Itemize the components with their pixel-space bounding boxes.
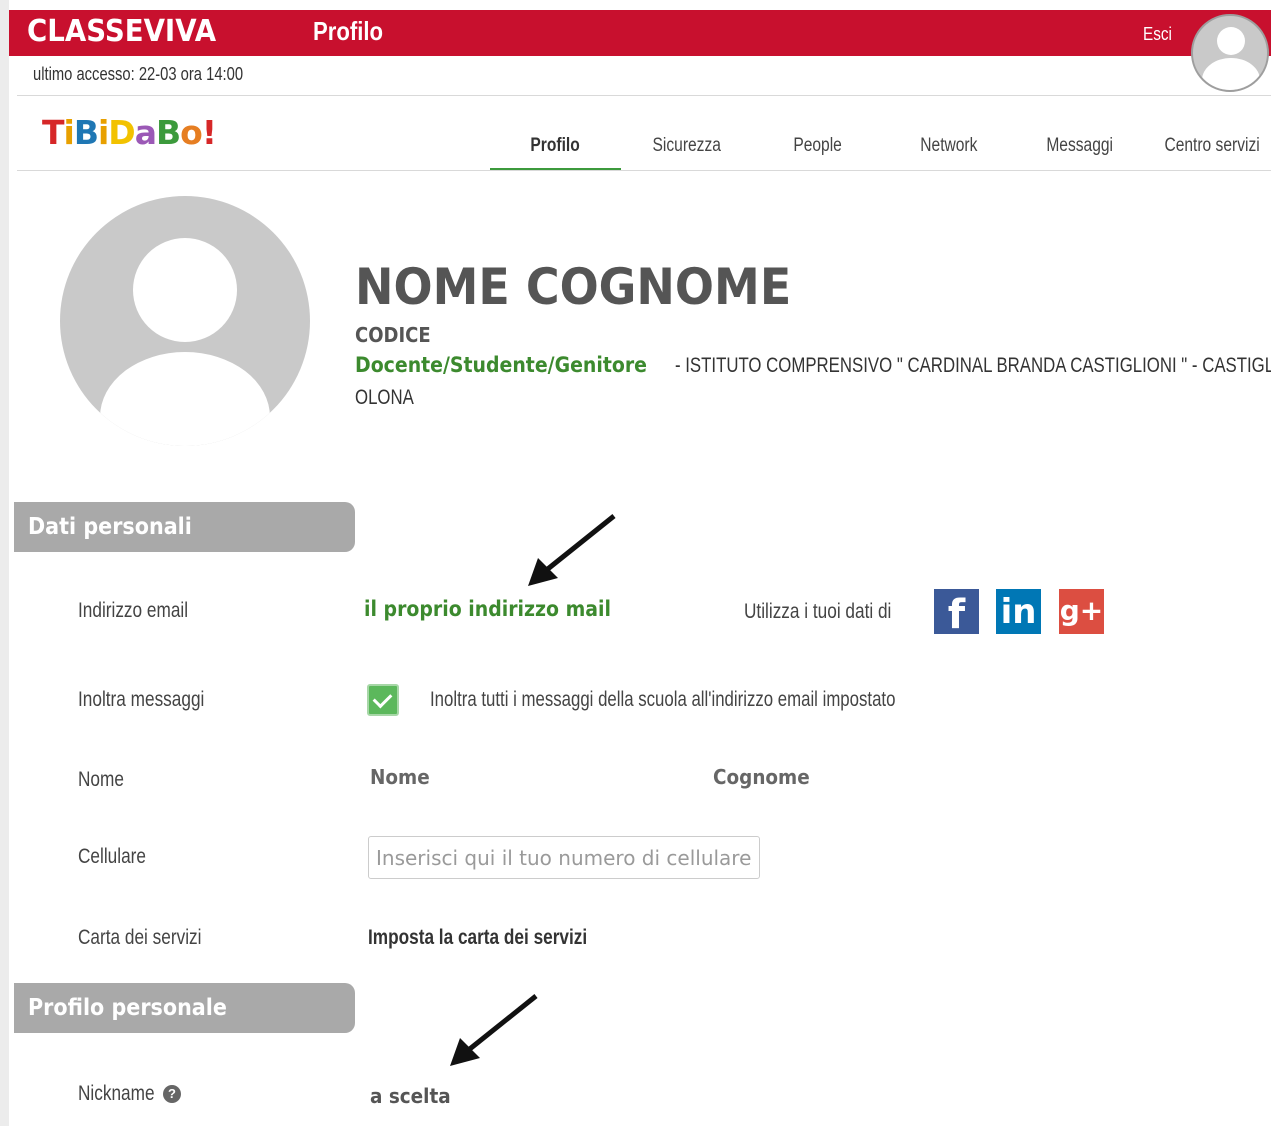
section-header-personal-profile: Profilo personale [14, 983, 355, 1033]
logo-letter: B [73, 113, 99, 152]
profile-name: NOME COGNOME [355, 258, 792, 316]
profile-role: Docente/Studente/Genitore [355, 353, 647, 377]
tab-sicurezza[interactable]: Sicurezza [621, 118, 752, 171]
logo-letter: D [108, 113, 135, 152]
nickname-value[interactable]: a scelta [370, 1084, 451, 1108]
tab-messaggi[interactable]: Messaggi [1014, 118, 1145, 171]
logo-letter: a [134, 113, 157, 152]
last-access-text: ultimo accesso: 22-03 ora 14:00 [33, 64, 244, 84]
logo-letter: o [180, 113, 203, 152]
logo-letter: i [63, 113, 75, 152]
forward-label: Inoltra messaggi [78, 688, 205, 711]
left-border [0, 0, 9, 1126]
last-name-value: Cognome [713, 765, 810, 789]
tab-centro-servizi[interactable]: Centro servizi [1145, 118, 1271, 171]
section-header-personal-data: Dati personali [14, 502, 355, 552]
facebook-icon[interactable]: f [934, 589, 979, 638]
first-name-value: Nome [370, 765, 430, 789]
tibidabo-logo[interactable]: TiBiDaBo! [42, 113, 217, 152]
logo-letter: i [97, 113, 109, 152]
forward-checkbox[interactable] [367, 684, 399, 716]
email-label: Indirizzo email [78, 599, 189, 622]
use-data-label: Utilizza i tuoi dati di [744, 600, 892, 623]
nickname-label: Nickname [78, 1082, 155, 1105]
logo-letter: T [42, 113, 64, 152]
profile-school: - ISTITUTO COMPRENSIVO " CARDINAL BRANDA… [675, 354, 1271, 377]
forward-description: Inoltra tutti i messaggi della scuola al… [430, 688, 896, 711]
check-icon [372, 688, 393, 709]
tab-people[interactable]: People [752, 118, 883, 171]
brand-logo[interactable]: CLASSEVIVA [27, 14, 216, 49]
profile-code: CODICE [355, 323, 431, 347]
service-card-label: Carta dei servizi [78, 926, 202, 949]
service-card-link[interactable]: Imposta la carta dei servizi [368, 926, 587, 950]
user-avatar-icon[interactable] [1191, 14, 1269, 92]
tab-network[interactable]: Network [883, 118, 1014, 171]
help-icon[interactable]: ? [163, 1085, 181, 1103]
page-title: Profilo [313, 16, 383, 46]
logo-letter: ! [201, 113, 217, 152]
phone-label: Cellulare [78, 845, 146, 868]
profile-avatar-icon[interactable] [60, 196, 310, 446]
googleplus-icon[interactable]: g+ [1059, 589, 1104, 634]
name-label: Nome [78, 768, 124, 791]
tab-bar: Profilo Sicurezza People Network Messagg… [490, 118, 1270, 171]
divider [17, 95, 1271, 96]
logout-link[interactable]: Esci [1143, 24, 1172, 45]
profile-school-continued: OLONA [355, 386, 414, 409]
divider [17, 170, 1271, 171]
email-value[interactable]: il proprio indirizzo mail [364, 597, 611, 621]
arrow-annotation-icon [450, 994, 538, 1066]
arrow-annotation-icon [528, 514, 616, 586]
logo-letter: B [155, 113, 181, 152]
linkedin-icon[interactable]: in [996, 589, 1041, 634]
phone-input[interactable] [368, 836, 760, 879]
tab-profilo[interactable]: Profilo [490, 118, 621, 171]
